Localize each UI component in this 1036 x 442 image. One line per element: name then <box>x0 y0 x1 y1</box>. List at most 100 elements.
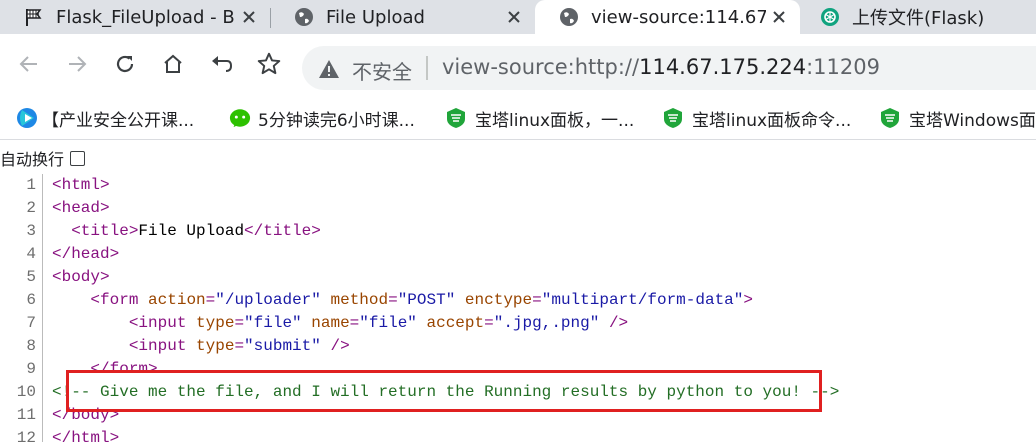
tag-token: /> <box>330 337 350 355</box>
source-code: <body> <box>52 266 110 289</box>
close-icon[interactable] <box>240 8 258 26</box>
line-number: 7 <box>26 314 36 332</box>
back-button[interactable] <box>14 49 44 79</box>
attr-name: enctype <box>464 291 533 309</box>
source-line: 5 <body> <box>0 266 1036 289</box>
source-line: 12 </html> <box>0 427 1036 442</box>
line-number: 10 <box>16 383 36 401</box>
attr-name: method <box>330 291 389 309</box>
line-number: 11 <box>16 406 36 424</box>
globe-icon <box>559 7 579 27</box>
tab-title: Flask_FileUpload - B <box>56 6 235 28</box>
source-line: 1 <html> <box>0 174 1036 197</box>
reload-button[interactable] <box>110 49 140 79</box>
forward-button[interactable] <box>62 49 92 79</box>
tag-token: <html> <box>52 176 110 194</box>
tag-token: </html> <box>52 429 120 442</box>
source-line: 7 <input type="file" name="file" accept=… <box>0 312 1036 335</box>
url-scheme: view-source:http:// <box>442 55 640 79</box>
tag-token: <input <box>128 337 187 355</box>
attr-name: action <box>148 291 206 309</box>
tag-token: > <box>743 291 753 309</box>
address-divider <box>426 56 428 80</box>
text-token: File Upload <box>138 222 245 240</box>
warning-icon[interactable] <box>318 58 340 80</box>
tab-flask-fileupload[interactable]: Flask_FileUpload - B <box>0 0 270 34</box>
attr-name: accept <box>426 314 485 332</box>
insecure-label: 不安全 <box>352 60 412 84</box>
openai-icon <box>820 7 840 27</box>
source-code: <head> <box>52 197 110 220</box>
line-number: 2 <box>26 199 36 217</box>
source-view: 1 <html> 2 <head> 3 <title>File Upload</… <box>0 174 1036 442</box>
source-line: 6 <form action="/uploader" method="POST"… <box>0 289 1036 312</box>
tag-token: <input <box>128 314 187 332</box>
flag-icon <box>24 7 44 27</box>
tag-token: <head> <box>52 199 110 217</box>
address-bar[interactable]: 不安全 view-source:http://114.67.175.224:11… <box>302 46 1036 90</box>
home-icon <box>164 54 182 73</box>
bookmark-label: 宝塔Windows面 <box>909 110 1036 131</box>
bookmark-item[interactable]: 宝塔Windows面 <box>879 106 1036 131</box>
undo-button[interactable] <box>206 49 236 79</box>
bookmark-label: 【产业安全公开课... <box>42 110 195 131</box>
source-line: 8 <input type="submit" /> <box>0 335 1036 358</box>
tab-flask-upload-cn[interactable]: 上传文件(Flask) <box>796 0 1036 34</box>
bookmark-star-button[interactable] <box>254 49 284 79</box>
attr-value: "POST" <box>397 291 456 309</box>
baota-icon <box>662 107 684 129</box>
tag-token: <form <box>90 291 139 309</box>
tab-title: File Upload <box>326 6 425 28</box>
source-code: </html> <box>52 427 119 442</box>
browser-toolbar: 不安全 view-source:http://114.67.175.224:11… <box>0 34 1036 96</box>
undo-icon <box>212 56 233 72</box>
source-code: <input type="file" name="file" accept=".… <box>52 312 628 335</box>
bookmark-item[interactable]: 宝塔linux面板，一... <box>445 106 634 131</box>
baota-icon <box>445 107 467 129</box>
annotation-highlight-box <box>66 370 822 412</box>
tab-title: view-source:114.67. <box>591 6 766 28</box>
tag-token: </title> <box>244 222 321 240</box>
home-button[interactable] <box>158 49 188 79</box>
line-number: 4 <box>26 245 36 263</box>
line-number: 5 <box>26 268 36 286</box>
tag-token: <title> <box>71 222 139 240</box>
bookmark-item[interactable]: 宝塔linux面板命令... <box>662 106 852 131</box>
line-number: 3 <box>26 222 36 240</box>
reload-icon <box>116 55 134 73</box>
attr-name: type <box>196 337 235 355</box>
bookmark-item[interactable]: 【产业安全公开课... <box>16 106 195 131</box>
attr-name: type <box>196 314 235 332</box>
source-line: 2 <head> <box>0 197 1036 220</box>
source-code: <form action="/uploader" method="POST" e… <box>52 289 753 312</box>
attr-value[interactable]: "/uploader" <box>215 291 321 309</box>
close-icon[interactable] <box>505 8 523 26</box>
line-wrap-checkbox[interactable] <box>70 150 86 166</box>
url-host: 114.67.175.224 <box>639 55 807 79</box>
bookmarks-bar: 【产业安全公开课... 5分钟读完6小时课... 宝塔linux面板，一... … <box>0 96 1036 140</box>
line-number: 9 <box>26 360 36 378</box>
bookmark-label: 宝塔linux面板命令... <box>692 110 852 131</box>
star-icon <box>257 52 281 75</box>
tag-token: </head> <box>52 245 120 263</box>
line-number: 6 <box>26 291 36 309</box>
wechat-icon <box>229 107 251 129</box>
tab-view-source[interactable]: view-source:114.67. <box>535 0 800 34</box>
attr-value: "submit" <box>244 337 321 355</box>
source-code: <title>File Upload</title> <box>52 220 321 243</box>
source-line: 3 <title>File Upload</title> <box>0 220 1036 243</box>
line-number: 12 <box>16 429 36 442</box>
url-text[interactable]: view-source:http://114.67.175.224:11209 <box>442 55 880 79</box>
tab-file-upload[interactable]: File Upload <box>270 0 535 34</box>
attr-value: ".jpg,.png" <box>493 314 600 332</box>
bookmark-item[interactable]: 5分钟读完6小时课... <box>229 106 415 131</box>
source-code: </head> <box>52 243 119 266</box>
source-line: 4 </head> <box>0 243 1036 266</box>
source-code: <input type="submit" /> <box>52 335 350 358</box>
url-port: :11209 <box>806 55 880 79</box>
close-icon[interactable] <box>770 8 788 26</box>
video-play-icon <box>16 107 38 129</box>
